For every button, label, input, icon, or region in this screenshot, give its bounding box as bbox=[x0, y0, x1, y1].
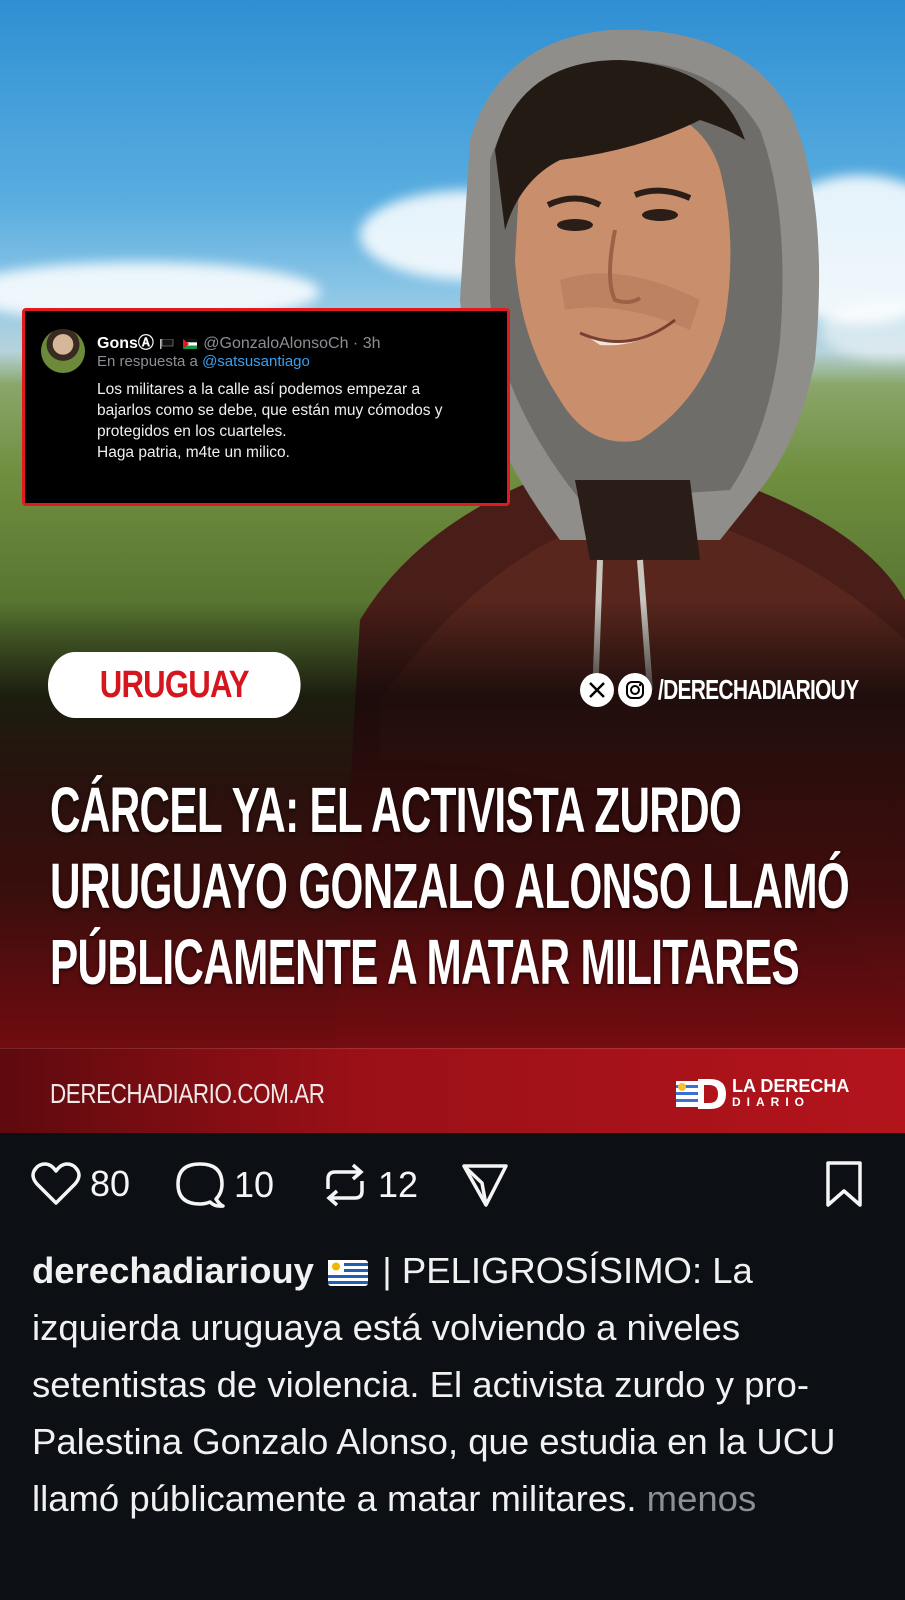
tweet-handle: @GonzaloAlonsoCh · 3h bbox=[203, 335, 381, 352]
post-image[interactable]: GonsⒶ @GonzaloAlonsoCh · 3h En respuesta… bbox=[0, 0, 905, 1133]
tweet-avatar bbox=[41, 329, 85, 373]
tweet-body-line: protegidos en los cuarteles. bbox=[97, 423, 287, 440]
uruguay-flag-icon bbox=[328, 1260, 369, 1286]
brand-name-line2: DIARIO bbox=[732, 1095, 810, 1109]
headline-line: CÁRCEL YA: EL ACTIVISTA ZURDO bbox=[50, 774, 742, 846]
repost-count: 12 bbox=[378, 1164, 419, 1205]
palestine-flag-icon bbox=[182, 338, 197, 349]
embedded-tweet: GonsⒶ @GonzaloAlonsoCh · 3h En respuesta… bbox=[22, 308, 510, 506]
caption-less-link[interactable]: menos bbox=[647, 1478, 757, 1519]
repost-icon bbox=[326, 1163, 364, 1207]
social-handle: /DERECHADIARIOUY bbox=[580, 670, 905, 710]
heart-icon bbox=[31, 1162, 81, 1205]
tweet-body-line: Los militares a la calle así podemos emp… bbox=[97, 381, 421, 398]
tweet-header: GonsⒶ @GonzaloAlonsoCh · 3h bbox=[97, 329, 381, 353]
site-url: DERECHADIARIO.COM.AR bbox=[50, 1078, 325, 1109]
comment-count: 10 bbox=[234, 1164, 275, 1205]
save-button[interactable] bbox=[822, 1159, 866, 1214]
send-icon bbox=[462, 1164, 508, 1207]
bookmark-icon bbox=[826, 1161, 862, 1207]
comment-icon bbox=[176, 1162, 225, 1208]
brand-logo: LA DERECHA DIARIO bbox=[676, 1075, 849, 1113]
country-tag: URUGUAY bbox=[48, 652, 301, 718]
post-caption: derechadiariouy | PELIGROSÍSIMO: La izqu… bbox=[32, 1242, 882, 1527]
headline-line: PÚBLICAMENTE A MATAR MILITARES bbox=[50, 926, 800, 998]
tweet-reply-mention: @satsusantiago bbox=[202, 353, 310, 370]
brand-name-line1: LA DERECHA bbox=[732, 1076, 850, 1096]
tweet-author-symbols: Ⓐ bbox=[137, 335, 154, 352]
tweet-body-line: Haga patria, m4te un milico. bbox=[97, 444, 290, 461]
black-flag-icon bbox=[160, 338, 174, 349]
caption-username[interactable]: derechadiariouy bbox=[32, 1250, 314, 1291]
like-count: 80 bbox=[90, 1163, 131, 1204]
la-derecha-diario-logo-icon bbox=[676, 1079, 726, 1109]
social-handle-text: /DERECHADIARIOUY bbox=[658, 674, 859, 705]
comment-button[interactable]: 10 bbox=[174, 1161, 274, 1209]
tweet-body: Los militares a la calle así podemos emp… bbox=[97, 379, 505, 463]
tweet-author-name: Gons bbox=[97, 335, 138, 352]
headline-line: URUGUAYO GONZALO ALONSO LLAMÓ bbox=[50, 850, 850, 922]
share-button[interactable] bbox=[460, 1161, 510, 1209]
x-logo-icon bbox=[580, 673, 614, 707]
tweet-body-line: bajarlos como se debe, que están muy cóm… bbox=[97, 402, 443, 419]
headline: CÁRCEL YA: EL ACTIVISTA ZURDO URUGUAYO G… bbox=[50, 772, 850, 1000]
tweet-reply-line: En respuesta a @satsusantiago bbox=[97, 353, 310, 370]
tweet-reply-prefix: En respuesta a bbox=[97, 353, 198, 370]
like-button[interactable]: 80 bbox=[30, 1161, 130, 1207]
repost-button[interactable]: 12 bbox=[320, 1161, 418, 1209]
post-actions: 80 10 12 bbox=[0, 1147, 905, 1219]
instagram-logo-icon bbox=[618, 673, 652, 707]
